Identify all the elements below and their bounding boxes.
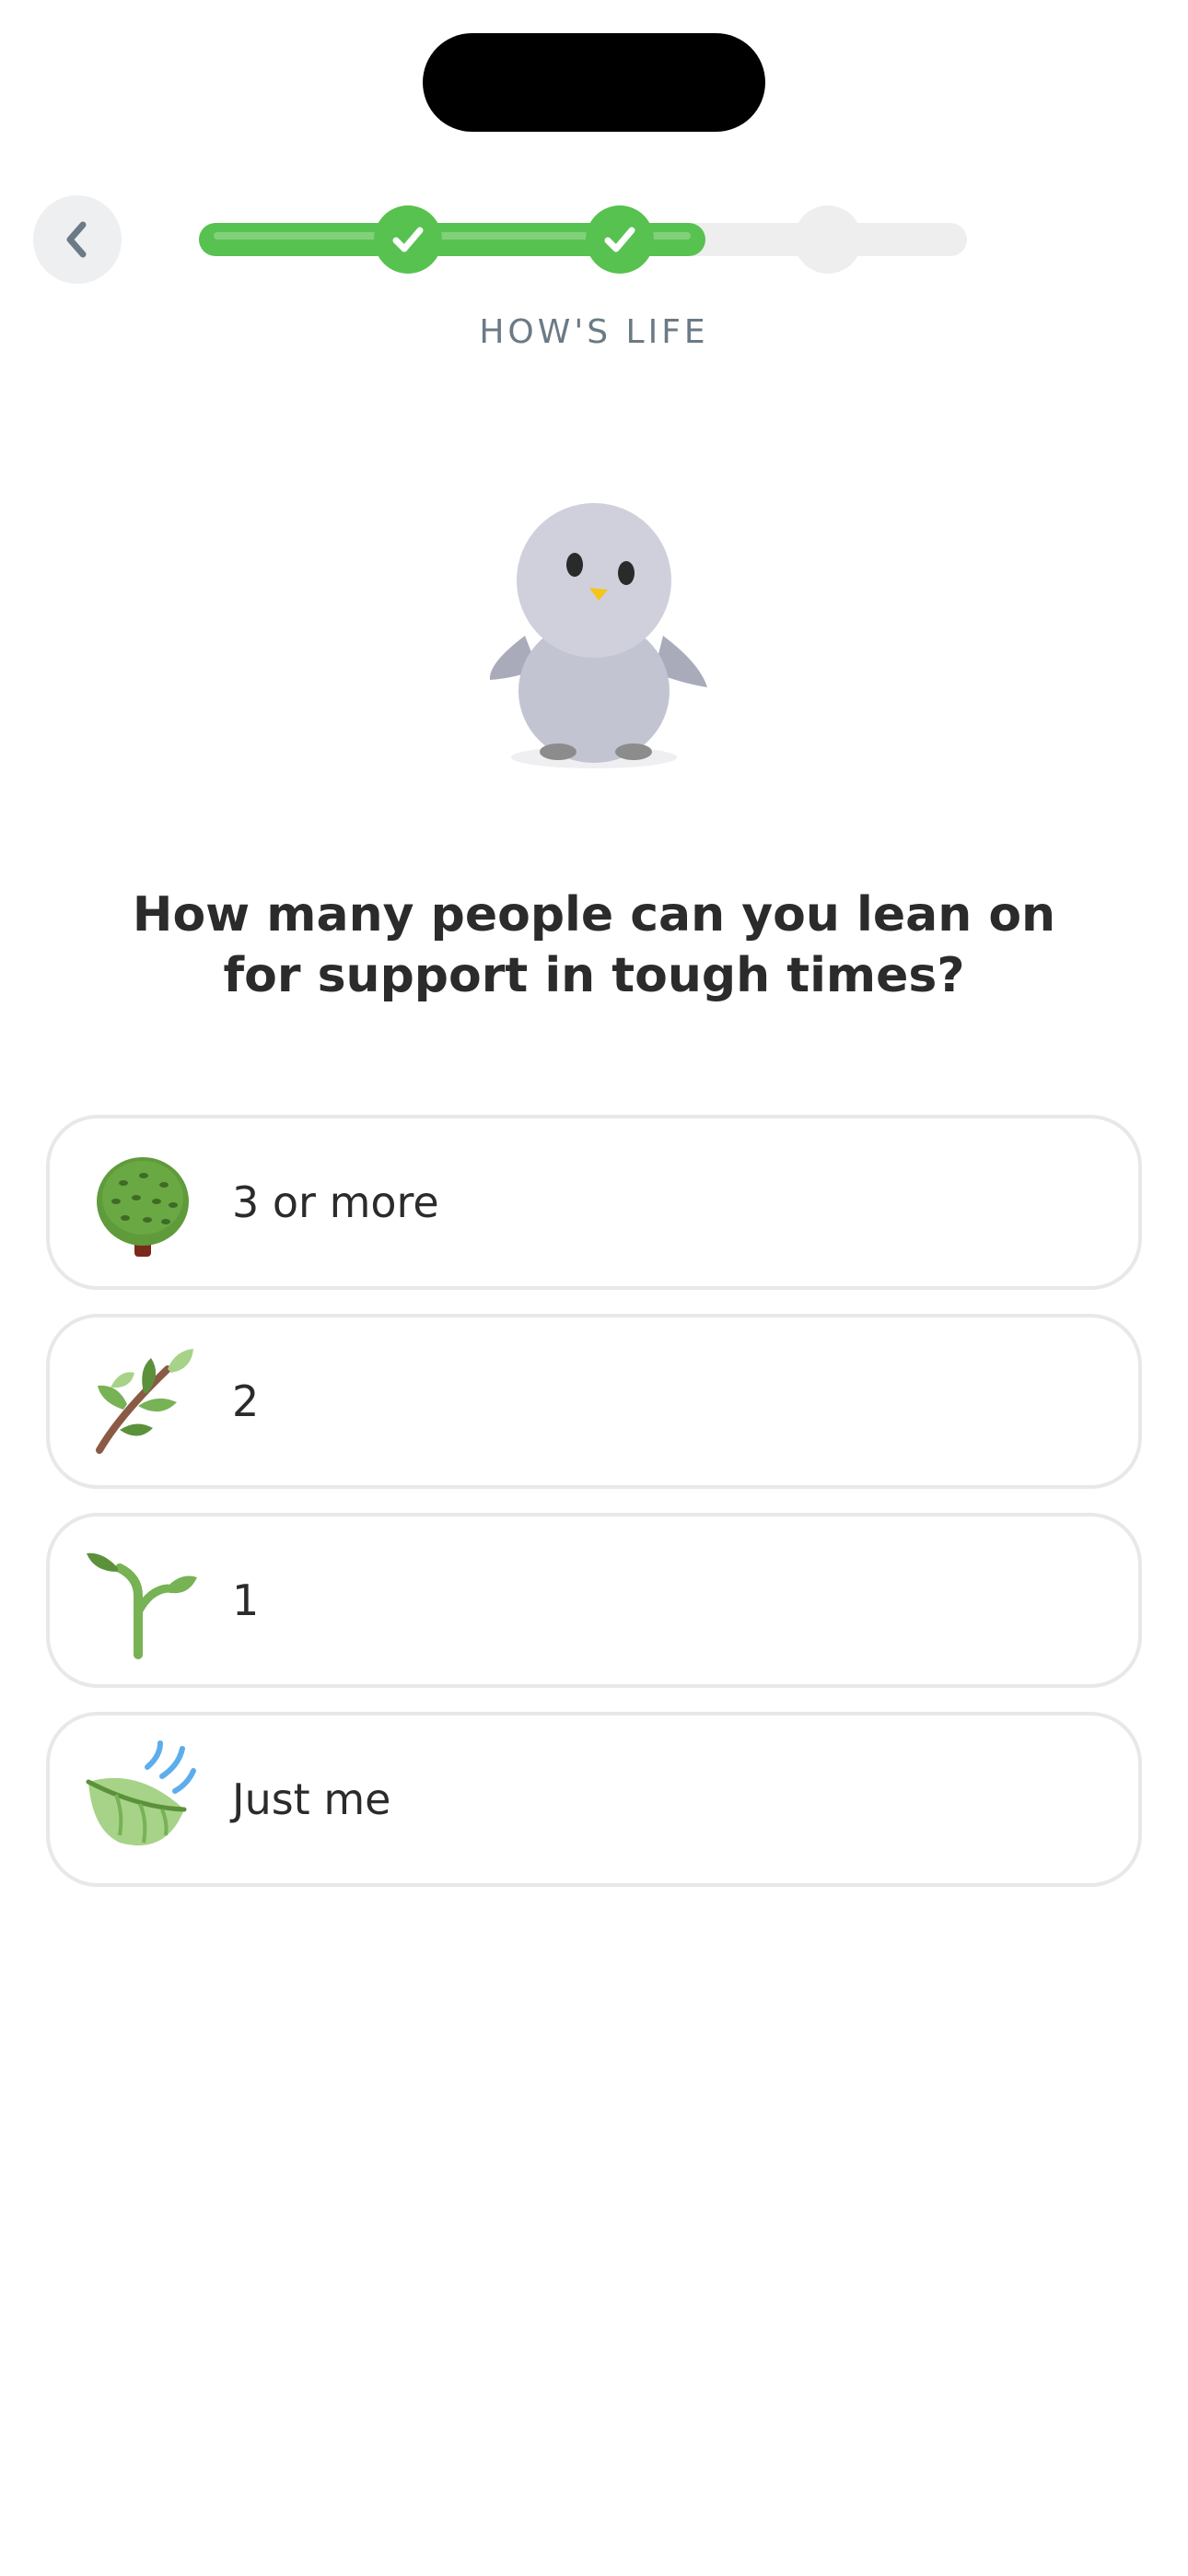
leaf-in-wind-icon — [86, 1740, 196, 1846]
bird-mascot-icon — [489, 503, 707, 768]
progress-step-3 — [794, 205, 862, 274]
back-button[interactable] — [33, 195, 122, 284]
option-label: Just me — [232, 1774, 391, 1824]
dynamic-island — [423, 33, 765, 132]
option-3-or-more[interactable]: 3 or more — [46, 1115, 1142, 1290]
progress-step-1 — [374, 205, 442, 274]
progress-step-2 — [586, 205, 654, 274]
option-label: 2 — [232, 1376, 260, 1426]
checkmark-icon — [392, 227, 424, 252]
option-just-me[interactable]: Just me — [46, 1712, 1142, 1887]
checkmark-icon — [604, 227, 635, 252]
branch-icon — [96, 1349, 193, 1454]
option-1[interactable]: 1 — [46, 1513, 1142, 1688]
screen: HOW'S LIFE How many people can you lean … — [0, 0, 1188, 2576]
option-label: 1 — [232, 1575, 260, 1625]
option-2[interactable]: 2 — [46, 1314, 1142, 1489]
section-label: HOW'S LIFE — [479, 313, 709, 351]
answer-options: 3 or more 2 1 Just me — [46, 1115, 1142, 1911]
option-label: 3 or more — [232, 1177, 439, 1227]
tree-icon — [97, 1157, 189, 1257]
question-text: How many people can you lean on for supp… — [132, 887, 1056, 1003]
chevron-left-icon — [66, 221, 87, 258]
progress-bar — [199, 205, 967, 274]
seedling-icon — [87, 1552, 197, 1659]
